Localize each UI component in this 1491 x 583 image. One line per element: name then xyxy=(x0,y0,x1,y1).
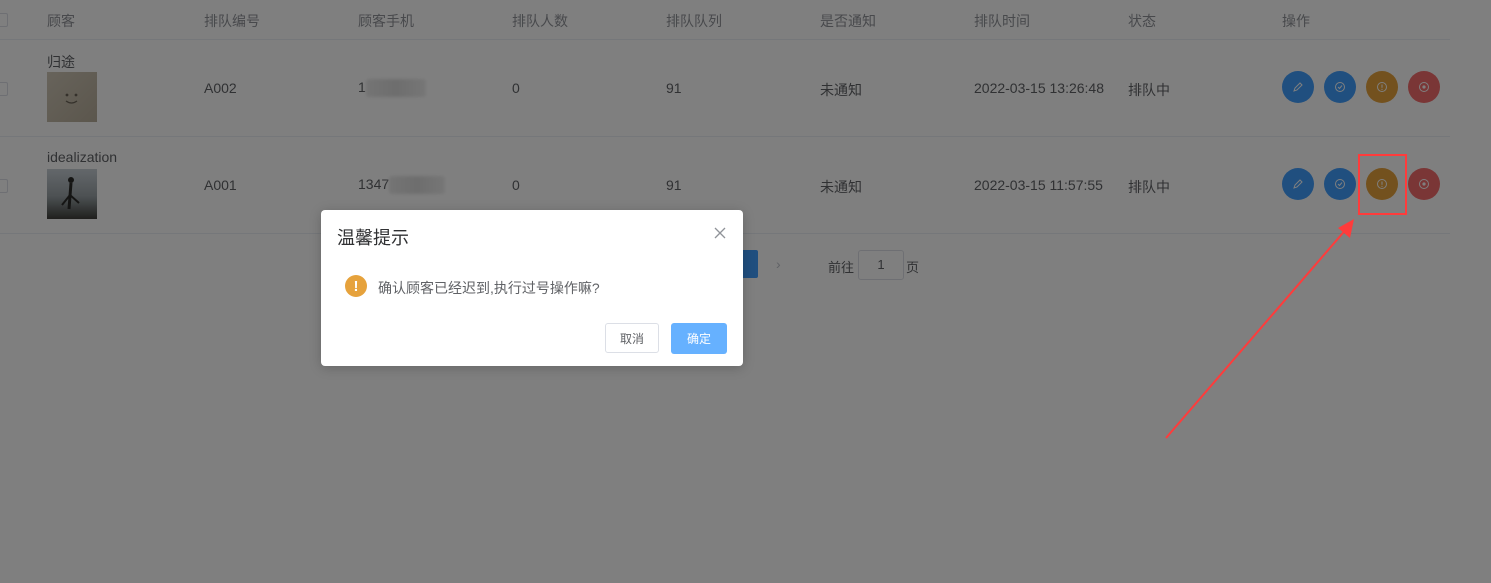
modal-overlay[interactable] xyxy=(0,0,1491,583)
confirm-dialog: 温馨提示 ! 确认顾客已经迟到,执行过号操作嘛? 取消 确定 xyxy=(321,210,743,366)
warning-icon: ! xyxy=(345,275,367,297)
confirm-button[interactable]: 确定 xyxy=(671,323,727,354)
dialog-message: 确认顾客已经迟到,执行过号操作嘛? xyxy=(378,280,600,296)
dialog-title: 温馨提示 xyxy=(337,228,409,248)
cancel-button[interactable]: 取消 xyxy=(605,323,659,353)
close-icon[interactable] xyxy=(713,226,727,240)
